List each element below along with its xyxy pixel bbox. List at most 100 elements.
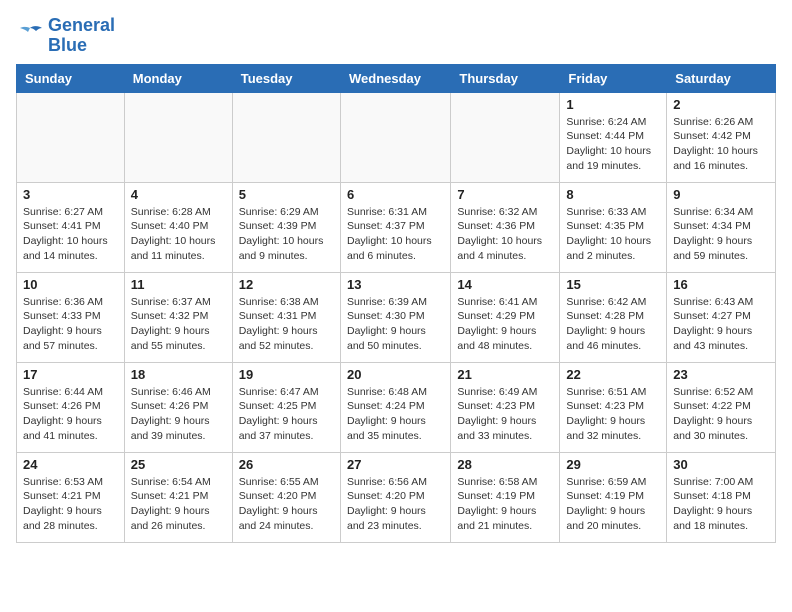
calendar-cell: 21 Sunrise: 6:49 AM Sunset: 4:23 PM Dayli… <box>451 362 560 452</box>
calendar-week-row: 24 Sunrise: 6:53 AM Sunset: 4:21 PM Dayli… <box>17 452 776 542</box>
day-info: Sunrise: 7:00 AM Sunset: 4:18 PM Dayligh… <box>673 475 769 534</box>
day-info: Sunrise: 6:38 AM Sunset: 4:31 PM Dayligh… <box>239 295 334 354</box>
day-number: 7 <box>457 187 553 202</box>
calendar-cell: 25 Sunrise: 6:54 AM Sunset: 4:21 PM Dayli… <box>124 452 232 542</box>
day-info: Sunrise: 6:49 AM Sunset: 4:23 PM Dayligh… <box>457 385 553 444</box>
day-info: Sunrise: 6:33 AM Sunset: 4:35 PM Dayligh… <box>566 205 660 264</box>
day-number: 13 <box>347 277 444 292</box>
day-info: Sunrise: 6:32 AM Sunset: 4:36 PM Dayligh… <box>457 205 553 264</box>
day-info: Sunrise: 6:44 AM Sunset: 4:26 PM Dayligh… <box>23 385 118 444</box>
day-info: Sunrise: 6:55 AM Sunset: 4:20 PM Dayligh… <box>239 475 334 534</box>
calendar-cell <box>124 92 232 182</box>
day-number: 1 <box>566 97 660 112</box>
calendar-cell: 17Sunrise: 6:44 AM Sunset: 4:26 PM Dayli… <box>17 362 125 452</box>
day-info: Sunrise: 6:53 AM Sunset: 4:21 PM Dayligh… <box>23 475 118 534</box>
calendar-cell: 29 Sunrise: 6:59 AM Sunset: 4:19 PM Dayli… <box>560 452 667 542</box>
calendar-cell: 3Sunrise: 6:27 AM Sunset: 4:41 PM Daylig… <box>17 182 125 272</box>
day-number: 28 <box>457 457 553 472</box>
day-number: 9 <box>673 187 769 202</box>
day-number: 25 <box>131 457 226 472</box>
calendar-cell <box>340 92 450 182</box>
logo: GeneralBlue <box>16 16 115 56</box>
logo-icon <box>16 24 44 48</box>
day-number: 12 <box>239 277 334 292</box>
day-info: Sunrise: 6:26 AM Sunset: 4:42 PM Dayligh… <box>673 115 769 174</box>
calendar-cell: 18 Sunrise: 6:46 AM Sunset: 4:26 PM Dayli… <box>124 362 232 452</box>
calendar-cell: 20 Sunrise: 6:48 AM Sunset: 4:24 PM Dayli… <box>340 362 450 452</box>
day-number: 26 <box>239 457 334 472</box>
day-number: 15 <box>566 277 660 292</box>
day-info: Sunrise: 6:37 AM Sunset: 4:32 PM Dayligh… <box>131 295 226 354</box>
day-info: Sunrise: 6:48 AM Sunset: 4:24 PM Dayligh… <box>347 385 444 444</box>
day-info: Sunrise: 6:52 AM Sunset: 4:22 PM Dayligh… <box>673 385 769 444</box>
day-info: Sunrise: 6:34 AM Sunset: 4:34 PM Dayligh… <box>673 205 769 264</box>
calendar-cell: 24 Sunrise: 6:53 AM Sunset: 4:21 PM Dayli… <box>17 452 125 542</box>
weekday-header: Sunday <box>17 64 125 92</box>
calendar-cell: 7 Sunrise: 6:32 AM Sunset: 4:36 PM Daylig… <box>451 182 560 272</box>
day-info: Sunrise: 6:24 AM Sunset: 4:44 PM Dayligh… <box>566 115 660 174</box>
day-number: 14 <box>457 277 553 292</box>
calendar-cell: 16 Sunrise: 6:43 AM Sunset: 4:27 PM Dayli… <box>667 272 776 362</box>
day-info: Sunrise: 6:56 AM Sunset: 4:20 PM Dayligh… <box>347 475 444 534</box>
day-number: 19 <box>239 367 334 382</box>
day-info: Sunrise: 6:51 AM Sunset: 4:23 PM Dayligh… <box>566 385 660 444</box>
day-number: 23 <box>673 367 769 382</box>
day-info: Sunrise: 6:29 AM Sunset: 4:39 PM Dayligh… <box>239 205 334 264</box>
calendar-week-row: 17Sunrise: 6:44 AM Sunset: 4:26 PM Dayli… <box>17 362 776 452</box>
weekday-header: Wednesday <box>340 64 450 92</box>
day-number: 5 <box>239 187 334 202</box>
day-number: 2 <box>673 97 769 112</box>
calendar-cell: 10Sunrise: 6:36 AM Sunset: 4:33 PM Dayli… <box>17 272 125 362</box>
day-number: 4 <box>131 187 226 202</box>
calendar-cell: 1 Sunrise: 6:24 AM Sunset: 4:44 PM Daylig… <box>560 92 667 182</box>
day-info: Sunrise: 6:58 AM Sunset: 4:19 PM Dayligh… <box>457 475 553 534</box>
calendar-cell <box>232 92 340 182</box>
day-info: Sunrise: 6:54 AM Sunset: 4:21 PM Dayligh… <box>131 475 226 534</box>
calendar-cell <box>17 92 125 182</box>
day-number: 30 <box>673 457 769 472</box>
weekday-header: Thursday <box>451 64 560 92</box>
day-number: 21 <box>457 367 553 382</box>
day-info: Sunrise: 6:31 AM Sunset: 4:37 PM Dayligh… <box>347 205 444 264</box>
day-number: 20 <box>347 367 444 382</box>
day-info: Sunrise: 6:46 AM Sunset: 4:26 PM Dayligh… <box>131 385 226 444</box>
day-info: Sunrise: 6:36 AM Sunset: 4:33 PM Dayligh… <box>23 295 118 354</box>
weekday-header: Friday <box>560 64 667 92</box>
weekday-header: Monday <box>124 64 232 92</box>
calendar-table: SundayMondayTuesdayWednesdayThursdayFrid… <box>16 64 776 543</box>
calendar-cell: 26 Sunrise: 6:55 AM Sunset: 4:20 PM Dayli… <box>232 452 340 542</box>
day-info: Sunrise: 6:43 AM Sunset: 4:27 PM Dayligh… <box>673 295 769 354</box>
calendar-cell: 11 Sunrise: 6:37 AM Sunset: 4:32 PM Dayli… <box>124 272 232 362</box>
logo-text: GeneralBlue <box>48 16 115 56</box>
day-number: 16 <box>673 277 769 292</box>
day-number: 27 <box>347 457 444 472</box>
calendar-cell: 4Sunrise: 6:28 AM Sunset: 4:40 PM Daylig… <box>124 182 232 272</box>
calendar-cell: 13 Sunrise: 6:39 AM Sunset: 4:30 PM Dayli… <box>340 272 450 362</box>
calendar-cell: 5 Sunrise: 6:29 AM Sunset: 4:39 PM Daylig… <box>232 182 340 272</box>
page-header: GeneralBlue <box>16 16 776 56</box>
calendar-cell: 30 Sunrise: 7:00 AM Sunset: 4:18 PM Dayli… <box>667 452 776 542</box>
calendar-cell: 6 Sunrise: 6:31 AM Sunset: 4:37 PM Daylig… <box>340 182 450 272</box>
day-number: 24 <box>23 457 118 472</box>
day-number: 22 <box>566 367 660 382</box>
calendar-cell: 27 Sunrise: 6:56 AM Sunset: 4:20 PM Dayli… <box>340 452 450 542</box>
calendar-header-row: SundayMondayTuesdayWednesdayThursdayFrid… <box>17 64 776 92</box>
day-info: Sunrise: 6:59 AM Sunset: 4:19 PM Dayligh… <box>566 475 660 534</box>
day-number: 6 <box>347 187 444 202</box>
calendar-cell: 22 Sunrise: 6:51 AM Sunset: 4:23 PM Dayli… <box>560 362 667 452</box>
day-number: 29 <box>566 457 660 472</box>
calendar-cell: 8Sunrise: 6:33 AM Sunset: 4:35 PM Daylig… <box>560 182 667 272</box>
day-info: Sunrise: 6:41 AM Sunset: 4:29 PM Dayligh… <box>457 295 553 354</box>
calendar-week-row: 3Sunrise: 6:27 AM Sunset: 4:41 PM Daylig… <box>17 182 776 272</box>
calendar-week-row: 10Sunrise: 6:36 AM Sunset: 4:33 PM Dayli… <box>17 272 776 362</box>
day-number: 11 <box>131 277 226 292</box>
day-number: 18 <box>131 367 226 382</box>
day-number: 3 <box>23 187 118 202</box>
calendar-week-row: 1 Sunrise: 6:24 AM Sunset: 4:44 PM Daylig… <box>17 92 776 182</box>
calendar-cell <box>451 92 560 182</box>
day-info: Sunrise: 6:39 AM Sunset: 4:30 PM Dayligh… <box>347 295 444 354</box>
weekday-header: Tuesday <box>232 64 340 92</box>
day-info: Sunrise: 6:42 AM Sunset: 4:28 PM Dayligh… <box>566 295 660 354</box>
calendar-cell: 9 Sunrise: 6:34 AM Sunset: 4:34 PM Daylig… <box>667 182 776 272</box>
calendar-cell: 23 Sunrise: 6:52 AM Sunset: 4:22 PM Dayli… <box>667 362 776 452</box>
